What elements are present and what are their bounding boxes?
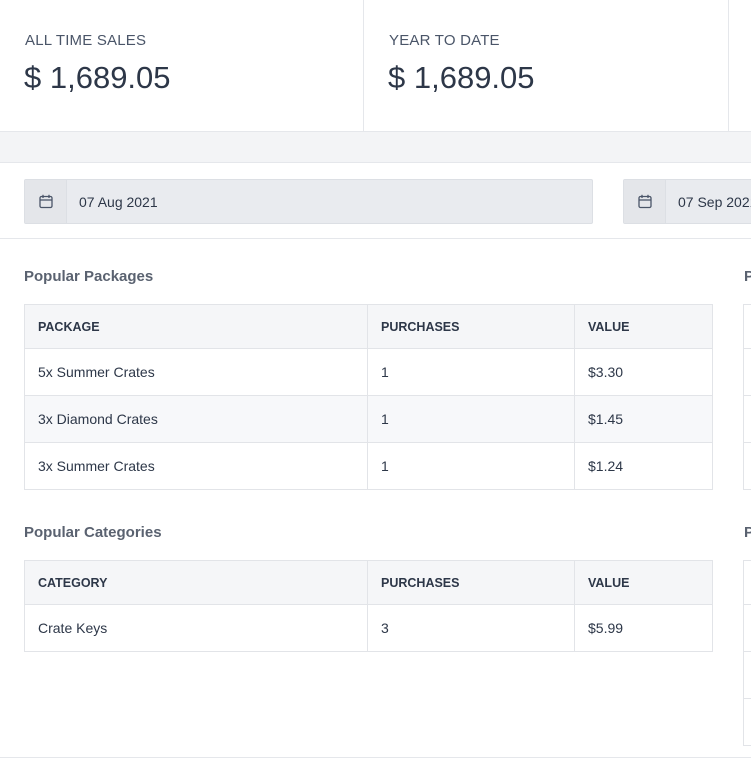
partial-table	[743, 304, 751, 490]
start-date-value[interactable]: 07 Aug 2021	[79, 194, 158, 210]
column-header-package: PACKAGE	[24, 304, 368, 349]
stat-card-year-to-date: YEAR TO DATE $ 1,689.05	[364, 0, 729, 131]
table-row: 3x Diamond Crates 1 $1.45	[24, 395, 713, 443]
column-header-purchases: PURCHASES	[367, 304, 575, 349]
table-row: 3x Summer Crates 1 $1.24	[24, 442, 713, 490]
stat-label: ALL TIME SALES	[25, 32, 147, 49]
popular-categories-table: CATEGORY PURCHASES VALUE Crate Keys 3 $5…	[24, 560, 713, 652]
stat-card-all-time-sales: ALL TIME SALES $ 1,689.05	[0, 0, 364, 131]
category-value: $5.99	[574, 604, 713, 652]
stat-label: YEAR TO DATE	[389, 32, 500, 49]
purchase-count: 1	[367, 348, 575, 396]
package-value: $1.24	[574, 442, 713, 490]
column-header-value: VALUE	[574, 560, 713, 605]
partial-table	[743, 560, 751, 746]
reports-main: Popular Packages P PACKAGE PURCHASES VAL…	[0, 239, 751, 758]
end-date-value[interactable]: 07 Sep 2021	[678, 194, 751, 210]
date-filter-bar: 07 Aug 2021 07 Sep 2021	[0, 162, 751, 239]
partial-section-title: P	[744, 524, 751, 541]
stats-bar: ALL TIME SALES $ 1,689.05 YEAR TO DATE $…	[0, 0, 751, 132]
table-row: Crate Keys 3 $5.99	[24, 604, 713, 652]
column-header-value: VALUE	[574, 304, 713, 349]
table-row	[744, 652, 751, 699]
popular-packages-title: Popular Packages	[24, 268, 154, 285]
stat-value: $ 1,689.05	[24, 60, 171, 95]
package-name: 3x Diamond Crates	[24, 395, 368, 443]
partial-section-title: P	[744, 268, 751, 285]
table-row	[744, 396, 751, 443]
purchase-count: 3	[367, 604, 575, 652]
table-row: 5x Summer Crates 1 $3.30	[24, 348, 713, 396]
table-row	[744, 305, 751, 349]
table-header-row: CATEGORY PURCHASES VALUE	[24, 560, 713, 605]
table-row	[744, 605, 751, 652]
package-name: 3x Summer Crates	[24, 442, 368, 490]
column-header-purchases: PURCHASES	[367, 560, 575, 605]
table-row	[744, 561, 751, 605]
calendar-icon[interactable]	[25, 180, 67, 223]
table-header-row: PACKAGE PURCHASES VALUE	[24, 304, 713, 349]
start-date-field[interactable]: 07 Aug 2021	[24, 179, 593, 224]
purchase-count: 1	[367, 442, 575, 490]
calendar-icon[interactable]	[624, 180, 666, 223]
stat-value: $ 1,689.05	[388, 60, 535, 95]
popular-packages-table: PACKAGE PURCHASES VALUE 5x Summer Crates…	[24, 304, 713, 490]
package-value: $1.45	[574, 395, 713, 443]
package-value: $3.30	[574, 348, 713, 396]
table-row	[744, 349, 751, 396]
end-date-field[interactable]: 07 Sep 2021	[623, 179, 751, 224]
column-header-category: CATEGORY	[24, 560, 368, 605]
purchase-count: 1	[367, 395, 575, 443]
stat-card-partial	[729, 0, 751, 131]
package-name: 5x Summer Crates	[24, 348, 368, 396]
category-name: Crate Keys	[24, 604, 368, 652]
popular-categories-title: Popular Categories	[24, 524, 162, 541]
